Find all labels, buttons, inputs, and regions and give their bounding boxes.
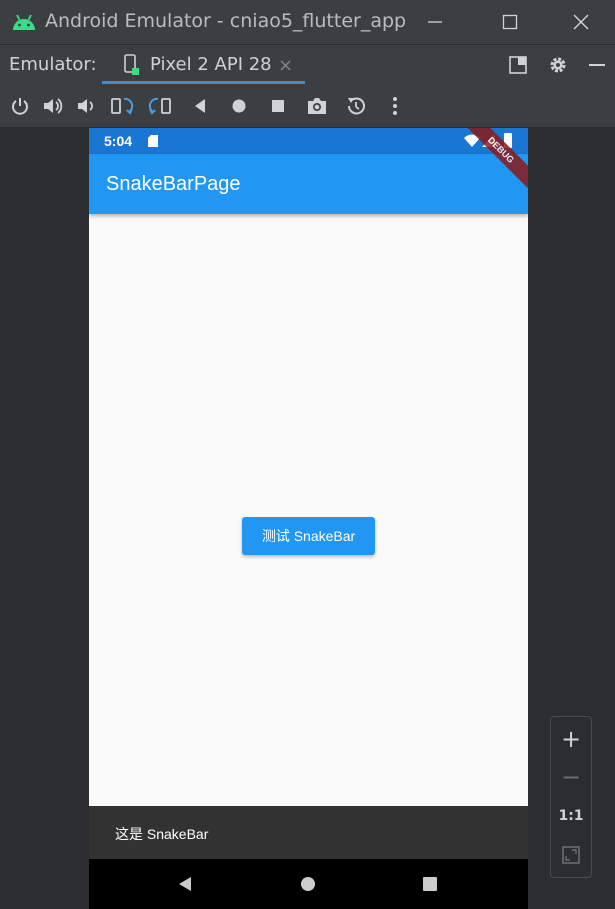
zoom-in-button[interactable]: + (551, 720, 591, 758)
nav-home-icon (301, 877, 315, 891)
page-title: SnakeBarPage (106, 173, 241, 195)
fit-screen-button[interactable] (551, 836, 591, 874)
window-title: Android Emulator - cniao5_flutter_app_m (45, 10, 405, 32)
volume-up-button[interactable] (41, 94, 65, 118)
device-screen[interactable]: 5:04 SnakeBarPage DEBUG 测试 SnakeBar 这是 S… (89, 128, 528, 909)
nav-overview-button[interactable] (420, 874, 440, 894)
fit-screen-icon (562, 846, 580, 864)
snackbar: 这是 SnakeBar (89, 806, 528, 859)
tab-pixel-2-api-28[interactable]: Pixel 2 API 28 × (102, 45, 305, 85)
power-icon (12, 98, 28, 115)
rotate-left-button[interactable] (110, 94, 134, 118)
close-window-button[interactable] (551, 0, 611, 44)
window-layout-icon (509, 56, 527, 74)
rotate-right-icon (148, 97, 171, 115)
android-logo-icon (13, 14, 35, 30)
maximize-button[interactable] (480, 0, 540, 44)
maximize-icon (502, 14, 518, 30)
zoom-out-button[interactable]: − (551, 758, 591, 796)
tab-label: Pixel 2 API 28 (150, 54, 272, 75)
settings-button[interactable] (540, 45, 576, 85)
emulator-toolbar (0, 84, 615, 128)
close-icon (573, 14, 589, 30)
camera-icon (308, 98, 326, 114)
nav-back-button[interactable] (175, 874, 195, 894)
minimize-panel-icon (589, 64, 605, 66)
sd-card-icon (148, 135, 158, 147)
gear-icon (550, 57, 566, 73)
back-button[interactable] (188, 94, 212, 118)
minimize-icon (428, 21, 442, 23)
overview-button[interactable] (266, 94, 290, 118)
test-snakebar-button[interactable]: 测试 SnakeBar (242, 517, 375, 555)
emulator-label: Emulator: (9, 54, 97, 75)
home-icon (232, 99, 246, 113)
layout-toggle-button[interactable] (500, 45, 536, 85)
device-icon (124, 54, 139, 75)
home-button[interactable] (227, 94, 251, 118)
navigation-bar (89, 859, 528, 909)
power-button[interactable] (8, 94, 32, 118)
volume-down-icon (78, 99, 93, 113)
zoom-panel: + − 1:1 (550, 716, 592, 878)
overview-icon (272, 100, 284, 112)
emulator-tabbar: Emulator: Pixel 2 API 28 × (0, 44, 615, 84)
app-bar: SnakeBarPage (89, 154, 528, 214)
screenshot-button[interactable] (305, 94, 329, 118)
tab-close-icon[interactable]: × (278, 55, 293, 76)
rotate-right-button[interactable] (148, 94, 172, 118)
snapshot-icon (348, 97, 365, 115)
snackbar-text: 这是 SnakeBar (115, 826, 209, 842)
more-icon (393, 97, 397, 115)
window-titlebar: Android Emulator - cniao5_flutter_app_m (0, 0, 615, 44)
volume-down-button[interactable] (74, 94, 98, 118)
nav-back-icon (179, 877, 191, 891)
volume-up-icon (44, 98, 63, 114)
hide-panel-button[interactable] (579, 45, 615, 85)
status-bar: 5:04 (89, 128, 528, 154)
rotate-left-icon (111, 97, 134, 115)
actual-size-button[interactable]: 1:1 (551, 797, 591, 835)
nav-overview-icon (423, 877, 437, 891)
back-icon (195, 99, 205, 113)
more-options-button[interactable] (383, 94, 407, 118)
nav-home-button[interactable] (298, 874, 318, 894)
snapshot-button[interactable] (344, 94, 368, 118)
minimize-button[interactable] (405, 0, 465, 44)
status-time: 5:04 (104, 133, 133, 149)
